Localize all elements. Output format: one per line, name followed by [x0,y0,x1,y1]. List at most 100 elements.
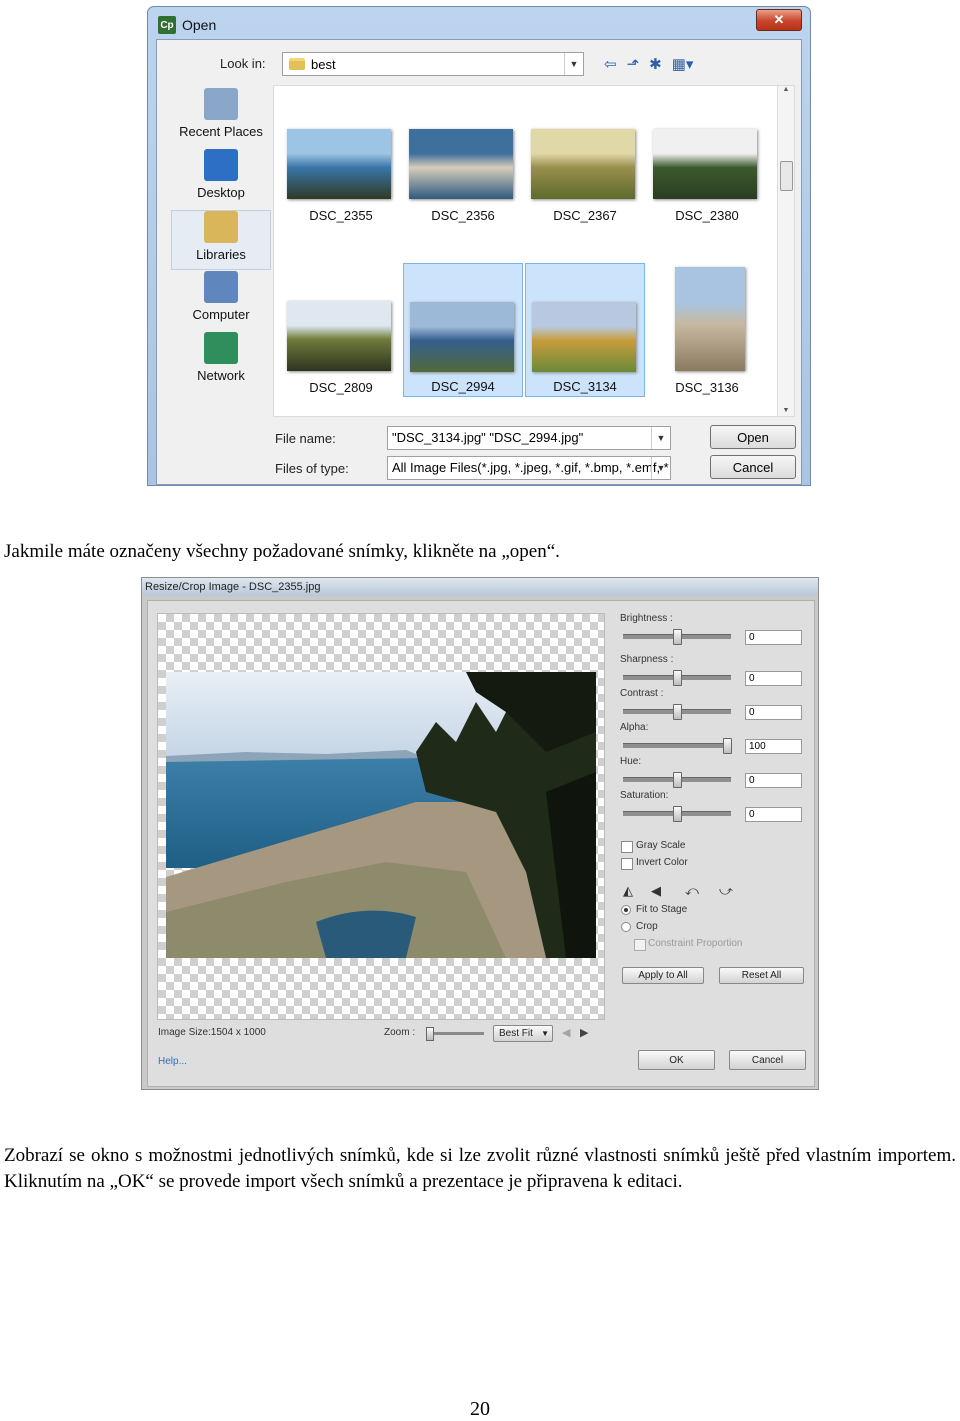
desktop-icon [204,149,238,181]
view-menu-icon[interactable]: ▦▾ [672,55,694,73]
place-label: Recent Places [179,124,263,139]
chevron-down-icon: ▼ [541,1029,549,1038]
computer-icon [204,271,238,303]
thumbnail-caption: DSC_2809 [309,380,373,395]
look-in-select[interactable]: best ▼ [282,52,584,76]
scroll-up-icon[interactable]: ▲ [778,86,794,93]
slider-knob[interactable] [673,670,682,686]
back-icon[interactable]: ⇦ [604,55,617,73]
folder-icon [289,58,305,70]
file-thumbnail[interactable]: DSC_2355 [281,91,401,225]
rotate-left-icon[interactable]: ⤺ [685,883,699,899]
file-name-label: File name: [275,431,336,446]
adjustment-slider[interactable] [623,629,731,645]
slider-knob[interactable] [723,738,732,754]
flip-horizontal-icon[interactable]: ◭ [623,883,633,899]
fit-to-stage-radio[interactable] [621,905,631,915]
thumbnail-caption: DSC_2994 [431,379,495,394]
thumbnail-caption: DSC_2367 [553,208,617,223]
new-folder-icon[interactable]: ✱ [649,55,662,73]
adjustment-slider[interactable] [623,670,731,686]
image-size-label: Image Size:1504 x 1000 [158,1027,266,1038]
look-in-label: Look in: [220,56,266,71]
slider-knob[interactable] [673,772,682,788]
file-thumbnail[interactable]: DSC_2994 [403,263,523,397]
constraint-proportion-checkbox[interactable] [634,939,646,951]
file-thumbnail[interactable]: DSC_2809 [281,263,401,397]
up-folder-icon[interactable]: ⬏ [627,55,640,73]
scrollbar-thumb[interactable] [780,161,793,191]
chevron-down-icon[interactable]: ▼ [651,457,670,479]
files-of-type-select[interactable]: All Image Files(*.jpg, *.jpeg, *.gif, *.… [387,456,671,480]
zoom-slider[interactable] [426,1027,484,1041]
file-thumbnail[interactable]: DSC_3136 [647,263,767,397]
adjustment-value-field[interactable]: 0 [745,671,802,686]
file-thumbnail[interactable]: DSC_2356 [403,91,523,225]
zoom-select[interactable]: Best Fit ▼ [493,1025,553,1042]
thumbnail-caption: DSC_2380 [675,208,739,223]
file-name-input[interactable]: "DSC_3134.jpg" "DSC_2994.jpg" ▼ [387,426,671,450]
navigation-toolbar: ⇦ ⬏ ✱ ▦▾ [604,55,693,73]
adjustment-label: Hue: [620,756,642,767]
next-image-icon[interactable]: ▶ [580,1026,588,1039]
preview-canvas[interactable] [157,613,605,1020]
gray-scale-checkbox[interactable] [621,841,633,853]
file-name-value: "DSC_3134.jpg" "DSC_2994.jpg" [392,430,584,445]
ok-button[interactable]: OK [638,1050,715,1070]
slider-knob[interactable] [673,629,682,645]
slider-knob[interactable] [673,806,682,822]
file-thumbnail[interactable]: DSC_3134 [525,263,645,397]
adjustment-slider[interactable] [623,772,731,788]
adjustment-value-field[interactable]: 0 [745,705,802,720]
adjustment-value-field[interactable]: 0 [745,773,802,788]
place-desktop[interactable]: Desktop [171,149,271,209]
invert-color-checkbox[interactable] [621,858,633,870]
vertical-scrollbar[interactable]: ▲ ▼ [777,86,794,416]
instruction-paragraph-1: Jakmile máte označeny všechny požadované… [4,541,560,562]
thumbnail-image [653,129,757,199]
chevron-down-icon[interactable]: ▼ [564,53,583,75]
file-thumbnail[interactable]: DSC_2380 [647,91,767,225]
zoom-slider-knob[interactable] [426,1027,434,1041]
adjustment-slider[interactable] [623,704,731,720]
previous-image-icon[interactable]: ◀ [562,1026,570,1039]
cancel-button[interactable]: Cancel [729,1050,806,1070]
slider-knob[interactable] [673,704,682,720]
libraries-icon [204,211,238,243]
adjustment-slider[interactable] [623,806,731,822]
adjustment-value-field[interactable]: 100 [745,739,802,754]
thumbnail-image [287,301,391,371]
zoom-label: Zoom : [384,1027,416,1038]
cancel-button[interactable]: Cancel [710,455,796,479]
recent-places-icon [204,88,238,120]
adjustment-value-field[interactable]: 0 [745,807,802,822]
place-libraries[interactable]: Libraries [171,210,271,270]
help-link[interactable]: Help... [158,1056,187,1067]
scroll-down-icon[interactable]: ▼ [778,407,794,414]
apply-to-all-button[interactable]: Apply to All [622,967,704,984]
adjustment-value-field[interactable]: 0 [745,630,802,645]
flip-vertical-icon[interactable]: ◀ [651,883,661,899]
place-computer[interactable]: Computer [171,271,271,331]
file-list[interactable]: ▲ ▼ DSC_2355 DSC_2356 DSC_2367 DSC_2380 DSC_… [273,85,795,417]
reset-all-button[interactable]: Reset All [719,967,804,984]
dialog-title: Resize/Crop Image - DSC_2355.jpg [142,578,818,596]
file-thumbnail[interactable]: DSC_2367 [525,91,645,225]
adjustment-label: Alpha: [620,722,649,733]
network-icon [204,332,238,364]
place-label: Computer [192,307,250,322]
open-button[interactable]: Open [710,425,796,449]
place-recent-places[interactable]: Recent Places [171,88,271,148]
thumbnail-image [531,129,635,199]
rotate-right-icon[interactable]: ⤻ [719,883,733,899]
zoom-select-value: Best Fit [499,1028,533,1039]
instruction-paragraph-2: Zobrazí se okno s možnostmi jednotlivých… [4,1145,956,1192]
chevron-down-icon[interactable]: ▼ [651,427,670,449]
adjustment-slider[interactable] [623,738,732,754]
resize-crop-dialog: Resize/Crop Image - DSC_2355.jpg Brightn… [141,577,819,1090]
place-network[interactable]: Network [171,332,271,392]
crop-radio[interactable] [621,922,631,932]
thumbnail-caption: DSC_2355 [309,208,373,223]
constraint-proportion-label: Constraint Proportion [648,938,743,949]
close-button[interactable]: ✕ [756,9,802,31]
